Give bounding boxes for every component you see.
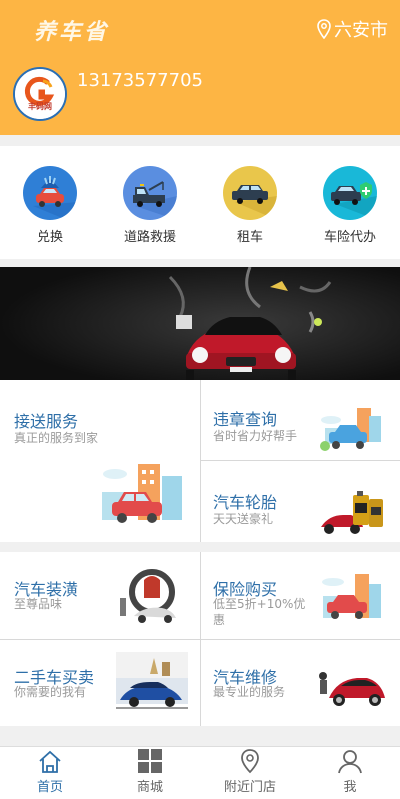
service-decoration[interactable]: 汽车装潢 至尊品味	[0, 552, 200, 639]
services-block-1: 接送服务 真正的服务到家 违章查询 省时省力好帮手 汽车轮胎 天天送豪礼	[0, 380, 400, 542]
quick-menu: 兑换 道路救援 租车 车险代办	[0, 146, 400, 259]
insurance-car-icon	[323, 166, 377, 220]
violation-car-icon	[320, 408, 381, 451]
header: 养车省 六安市 丰码网 13173577705	[0, 0, 400, 135]
service-used-car[interactable]: 二手车买卖 你需要的我有	[0, 640, 200, 726]
avatar-text: 丰码网	[28, 102, 52, 111]
service-repair[interactable]: 汽车维修 最专业的服务	[201, 640, 400, 726]
city-car-icon	[102, 464, 182, 523]
service-decoration-subtitle: 至尊品味	[14, 597, 63, 611]
user-phone: 13173577705	[77, 70, 203, 91]
banner-car-image	[0, 267, 400, 380]
service-tire[interactable]: 汽车轮胎 天天送豪礼	[201, 461, 400, 542]
tab-mall-label: 商城	[136, 780, 163, 795]
decoration-icon	[120, 569, 176, 623]
bottom-tab-bar: 首页 商城 附近门店 我	[0, 746, 400, 799]
tow-truck-icon	[123, 166, 177, 220]
service-pickup-title: 接送服务	[14, 412, 79, 431]
service-tire-subtitle: 天天送豪礼	[213, 512, 274, 526]
tab-me[interactable]: 我	[300, 747, 400, 799]
service-violation-subtitle: 省时省力好帮手	[213, 429, 298, 443]
tab-home-label: 首页	[36, 780, 63, 795]
tab-nearby-stores[interactable]: 附近门店	[200, 747, 300, 799]
quick-label-rental: 租车	[236, 230, 263, 245]
quick-item-rental[interactable]: 租车	[200, 146, 300, 259]
used-car-icon	[116, 652, 188, 709]
tire-oil-icon	[321, 491, 383, 534]
service-insurance[interactable]: 保险购买 低至5折+10%优惠	[201, 552, 400, 639]
quick-item-insurance-agent[interactable]: 车险代办	[300, 146, 400, 259]
service-violation[interactable]: 违章查询 省时省力好帮手	[201, 380, 400, 460]
quick-label-road-rescue: 道路救援	[123, 230, 176, 245]
tab-mall[interactable]: 商城	[100, 747, 200, 799]
tab-nearby-stores-label: 附近门店	[223, 780, 276, 795]
services-block-2: 汽车装潢 至尊品味 保险购买 低至5折+10%优惠 二手车买卖 你需要的我有 汽…	[0, 552, 400, 726]
user-icon	[338, 750, 362, 774]
service-used-car-subtitle: 你需要的我有	[14, 685, 87, 699]
tab-me-label: 我	[343, 780, 357, 795]
service-violation-title: 违章查询	[213, 410, 278, 429]
city-label: 六安市	[334, 20, 388, 41]
insurance-city-icon	[322, 574, 381, 619]
grid-icon	[138, 749, 162, 773]
avatar[interactable]: 丰码网	[13, 67, 67, 121]
promo-banner[interactable]	[0, 267, 400, 380]
quick-item-road-rescue[interactable]: 道路救援	[100, 146, 200, 259]
service-tire-title: 汽车轮胎	[213, 493, 278, 512]
quick-label-insurance-agent: 车险代办	[323, 230, 376, 245]
location-pin-icon	[317, 19, 331, 39]
service-pickup[interactable]: 接送服务 真正的服务到家	[0, 380, 200, 542]
brand-logo: 养车省	[34, 19, 110, 45]
quick-item-exchange[interactable]: 兑换	[0, 146, 100, 259]
service-insurance-subtitle: 低至5折+10%优惠	[213, 597, 306, 627]
home-icon	[39, 750, 61, 773]
service-pickup-subtitle: 真正的服务到家	[14, 431, 99, 445]
repair-car-icon	[319, 672, 385, 706]
quick-label-exchange: 兑换	[36, 230, 63, 245]
car-wash-icon	[23, 166, 77, 220]
service-repair-subtitle: 最专业的服务	[213, 685, 286, 699]
location-icon	[241, 749, 259, 774]
tab-home[interactable]: 首页	[0, 747, 100, 799]
rental-car-icon	[223, 166, 277, 220]
city-selector[interactable]: 六安市	[316, 16, 388, 42]
